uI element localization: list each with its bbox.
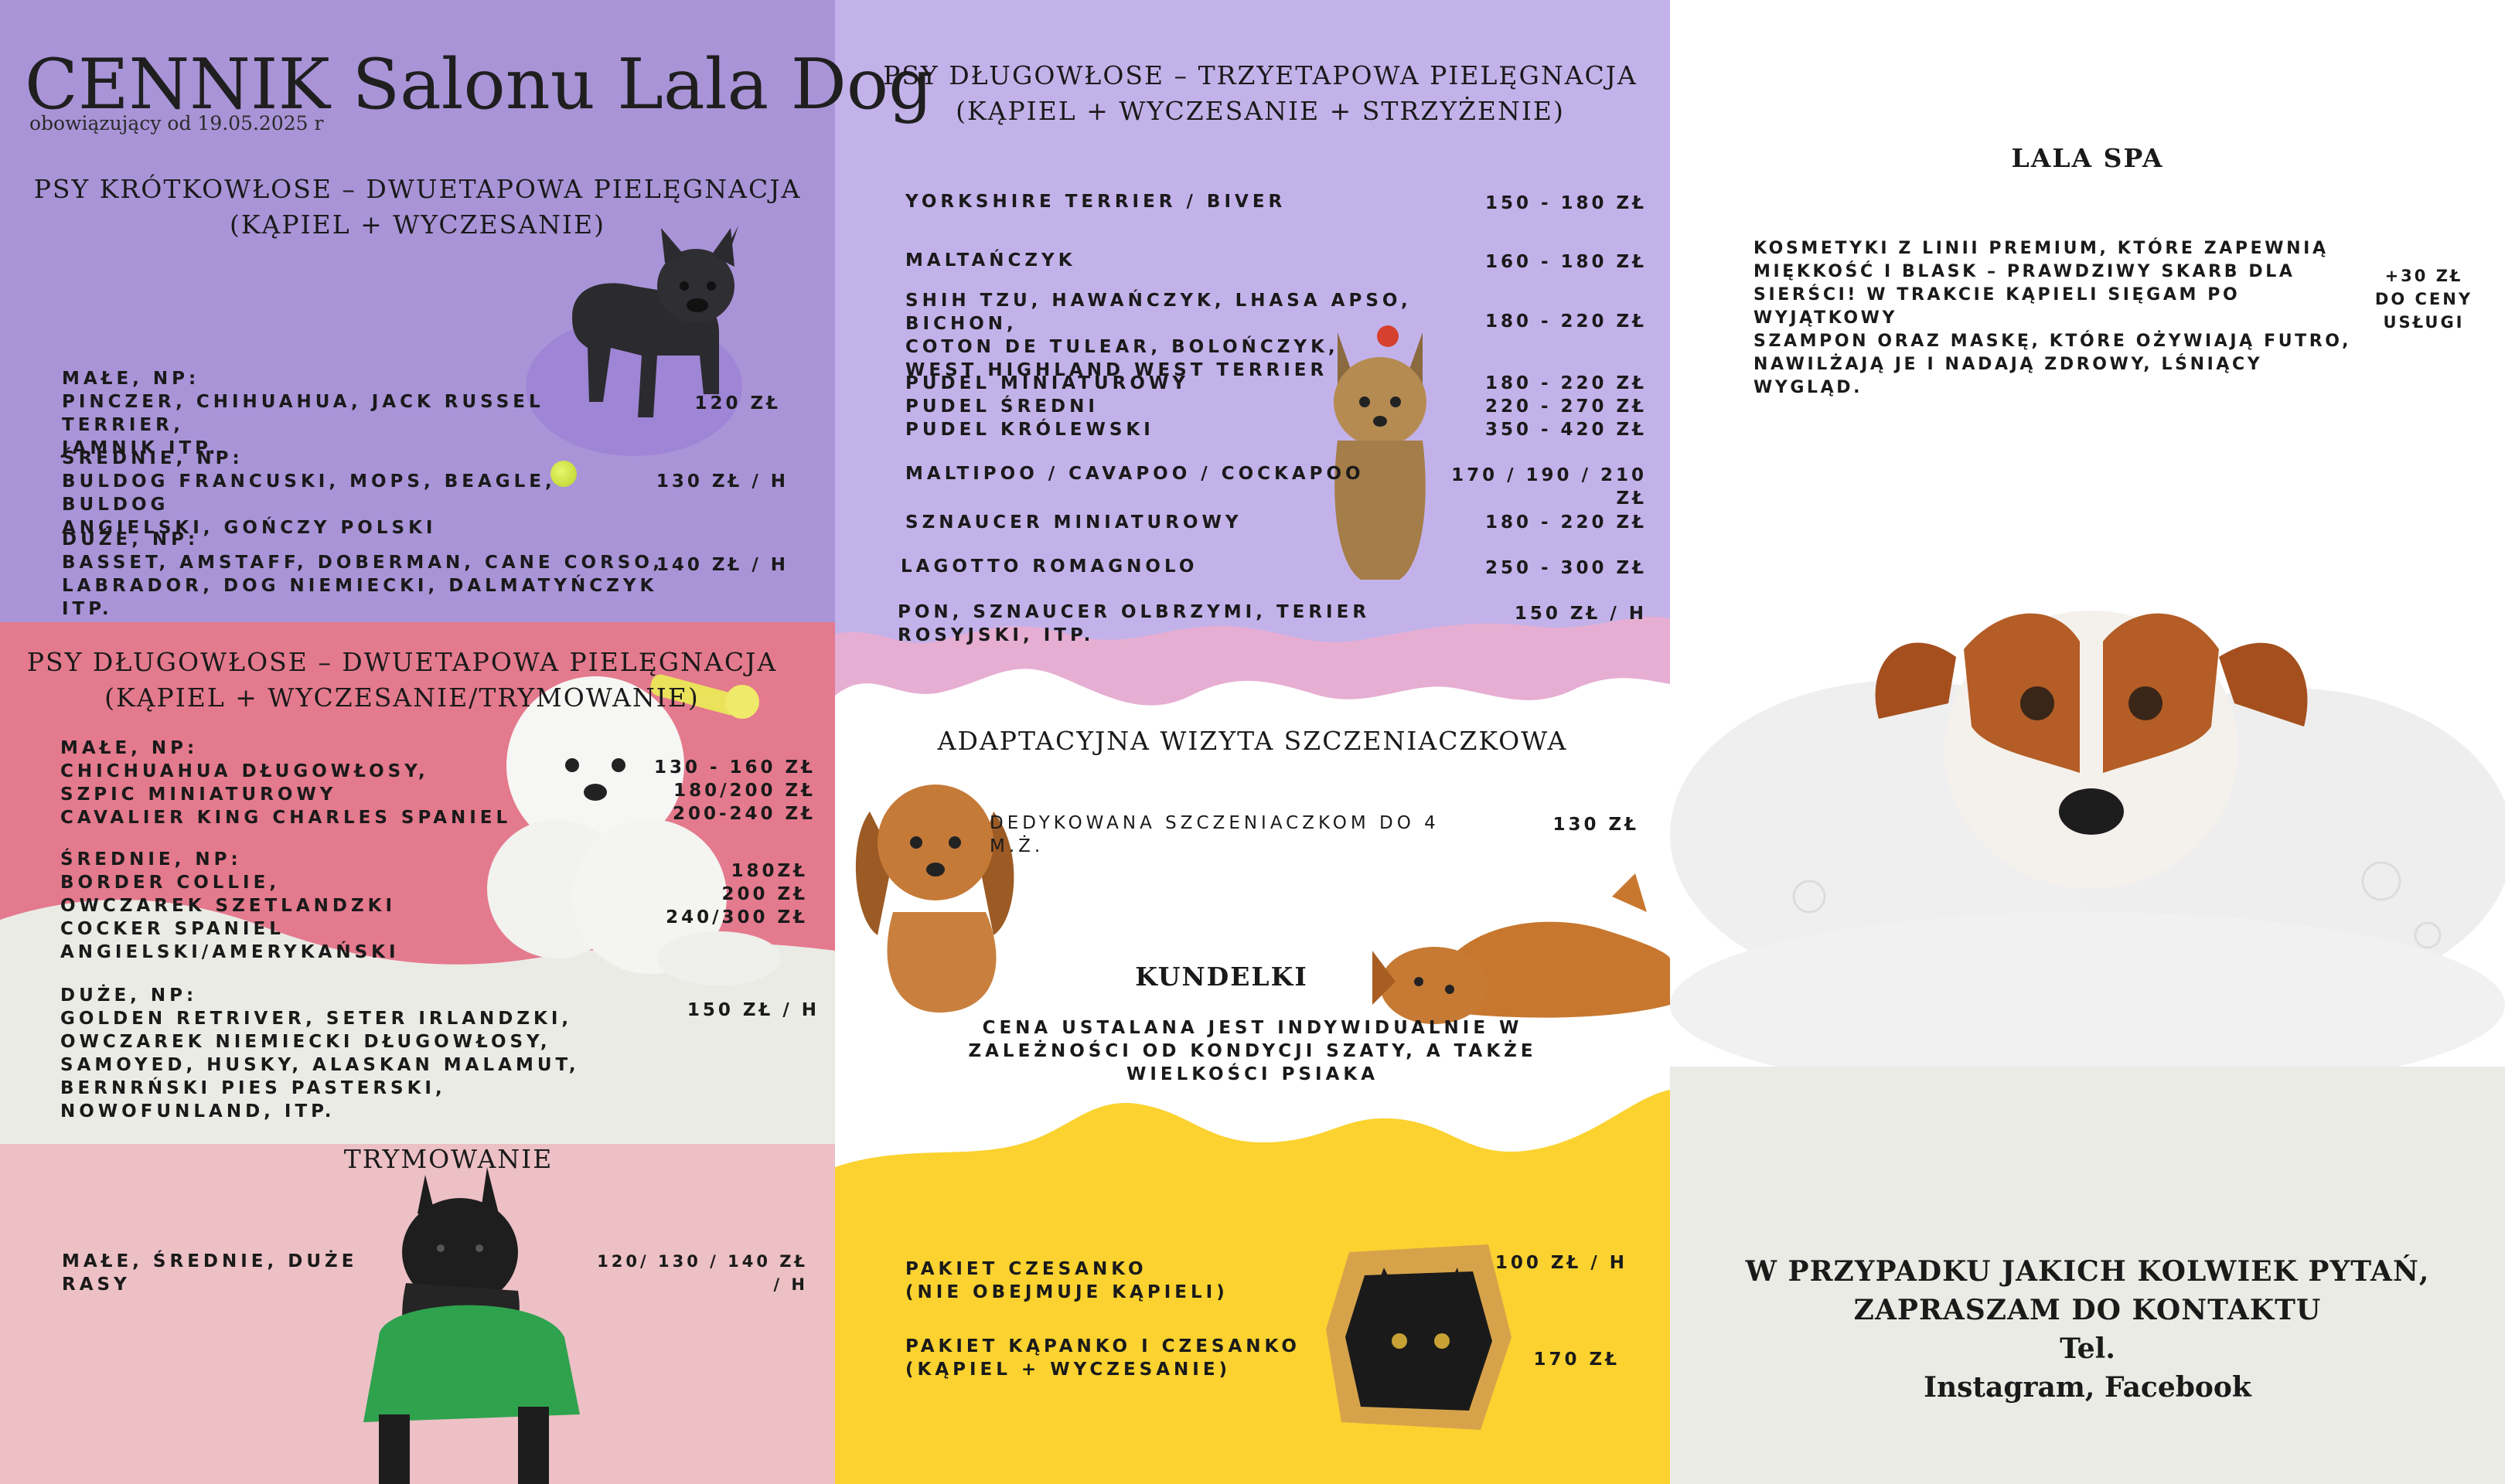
- contact-line-1: W PRZYPADKU JAKICH KOLWIEK PYTAŃ,: [1745, 1255, 2430, 1288]
- mixed-text: CENA USTALANA JEST INDYWIDUALNIE W ZALEŻ…: [968, 1018, 1537, 1084]
- contact-phone[interactable]: Tel.: [1670, 1333, 2505, 1365]
- long-two-row-medium-label: ŚREDNIE, NP: BORDER COLLIE, OWCZAREK SZE…: [60, 849, 400, 962]
- contact-line-2: ZAPRASZAM DO KONTAKTU: [1853, 1294, 2322, 1326]
- long-three-row-5-label: MALTIPOO / CAVAPOO / COCKAPOO: [905, 464, 1365, 484]
- contact-social[interactable]: Instagram, Facebook: [1670, 1371, 2505, 1404]
- long-three-row-8-price: 150 ZŁ / H: [1514, 604, 1647, 624]
- spa-price: +30 ZŁ DO CENY USŁUGI: [2374, 267, 2473, 332]
- long-three-row-8-label: PON, SZNAUCER OLBRZYMI, TERIER ROSYJSKI,…: [898, 602, 1371, 645]
- long-three-row-4-label: PUDEL MINIATUROWY PUDEL ŚREDNI PUDEL KRÓ…: [905, 373, 1189, 440]
- heading-trimming: TRYMOWANIE: [343, 1144, 554, 1174]
- heading-long-hair-three: PSY DŁUGOWŁOSE – TRZYETAPOWA PIELĘGNACJA…: [883, 60, 1638, 126]
- jack-russell-bath-photo: [1670, 572, 2505, 1067]
- spa-description: KOSMETYKI Z LINII PREMIUM, KTÓRE ZAPEWNI…: [1754, 239, 2352, 397]
- heading-mixed-breeds: KUNDELKI: [1135, 962, 1308, 992]
- heading-short-hair: PSY KRÓTKOWŁOSE – DWUETAPOWA PIELĘGNACJA…: [33, 174, 802, 240]
- long-two-row-large-price: 150 ZŁ / H: [687, 1000, 820, 1020]
- page-subtitle: obowiązujący od 19.05.2025 r: [29, 112, 324, 134]
- long-three-row-2-label: MALTAŃCZYK: [905, 250, 1076, 271]
- page-title: CENNIK Salonu Lala Dog: [25, 44, 933, 125]
- spaniel-puppy-photo: [855, 785, 1014, 1013]
- long-three-row-7-price: 250 - 300 ZŁ: [1484, 558, 1647, 578]
- long-two-row-medium-price: 180ZŁ 200 ZŁ 240/300 ZŁ: [666, 861, 808, 928]
- long-two-row-small-label: MAŁE, NP: CHICHUAHUA DŁUGOWŁOSY, SZPIC M…: [60, 738, 512, 828]
- short-hair-row-large-label: DUŻE, NP: BASSET, AMSTAFF, DOBERMAN, CAN…: [62, 529, 664, 619]
- puppy-label: DEDYKOWANA SZCZENIACZKOM DO 4 M.Ż.: [990, 813, 1440, 856]
- long-three-row-3-price: 180 - 220 ZŁ: [1484, 311, 1647, 332]
- long-three-row-2-price: 160 - 180 ZŁ: [1484, 252, 1647, 272]
- long-two-row-small-price: 130 - 160 ZŁ 180/200 ZŁ 200-240 ZŁ: [653, 757, 816, 824]
- long-three-row-3-label: SHIH TZU, HAWAŃCZYK, LHASA APSO, BICHON,…: [905, 291, 1412, 380]
- scottish-terrier-photo: [363, 1167, 580, 1484]
- long-three-row-4-price: 180 - 220 ZŁ 220 - 270 ZŁ 350 - 420 ZŁ: [1484, 373, 1647, 440]
- package-brushing-label: PAKIET CZESANKO (NIE OBEJMUJE KĄPIELI): [905, 1259, 1229, 1302]
- heading-puppy-visit: ADAPTACYJNA WIZYTA SZCZENIACZKOWA: [937, 726, 1568, 756]
- long-three-row-6-label: SZNAUCER MINIATUROWY: [905, 512, 1242, 533]
- long-three-row-5-price: 170 / 190 / 210 ZŁ: [1451, 465, 1647, 509]
- long-three-row-7-label: LAGOTTO ROMAGNOLO: [901, 556, 1198, 577]
- short-hair-row-medium-price: 130 ZŁ / H: [656, 471, 789, 492]
- trimming-price: 120/ 130 / 140 ZŁ / H: [597, 1252, 808, 1294]
- long-three-row-6-price: 180 - 220 ZŁ: [1484, 512, 1647, 533]
- package-brushing-price: 100 ZŁ / H: [1494, 1253, 1627, 1273]
- long-two-row-large-label: DUŻE, NP: GOLDEN RETRIVER, SETER IRLANDZ…: [60, 985, 580, 1122]
- long-three-row-1-label: YORKSHIRE TERRIER / BIVER: [905, 192, 1287, 212]
- short-hair-row-large-price: 140 ZŁ / H: [656, 555, 789, 575]
- short-hair-row-small-label: MAŁE, NP: PINCZER, CHIHUAHUA, JACK RUSSE…: [62, 369, 544, 458]
- heading-long-hair-two: PSY DŁUGOWŁOSE – DWUETAPOWA PIELĘGNACJA …: [26, 647, 778, 713]
- package-bath-brushing-price: 170 ZŁ: [1533, 1350, 1620, 1370]
- puppy-price: 130 ZŁ: [1552, 815, 1639, 835]
- short-hair-row-medium-label: ŚREDNIE, NP: BULDOG FRANCUSKI, MOPS, BEA…: [62, 448, 556, 538]
- heading-lala-spa: LALA SPA: [2011, 143, 2164, 173]
- trimming-label: MAŁE, ŚREDNIE, DUŻE RASY: [62, 1251, 358, 1295]
- package-bath-brushing-label: PAKIET KĄPANKO I CZESANKO (KĄPIEL + WYCZ…: [905, 1336, 1300, 1380]
- long-three-row-1-price: 150 - 180 ZŁ: [1484, 193, 1647, 213]
- lying-dog-photo: [1372, 873, 1670, 1024]
- short-hair-row-small-price: 120 ZŁ: [694, 393, 781, 414]
